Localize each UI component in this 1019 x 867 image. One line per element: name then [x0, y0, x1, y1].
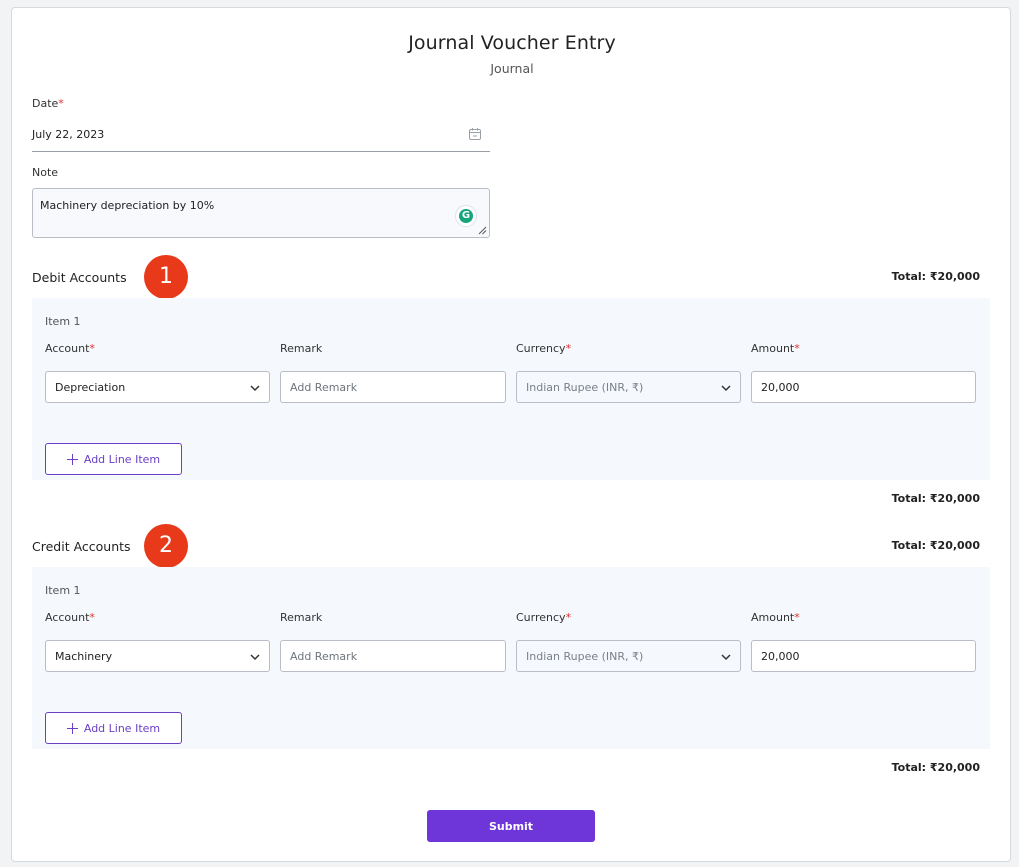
- credit-currency-select[interactable]: Indian Rupee (INR, ₹): [516, 640, 741, 672]
- credit-remark-input[interactable]: Add Remark: [280, 640, 506, 672]
- debit-items-panel: Item 1 Account* Remark Currency* Amount*…: [32, 298, 990, 480]
- debit-total-bottom: Total: ₹20,000: [891, 492, 980, 505]
- credit-account-label: Account*: [45, 611, 95, 624]
- plus-icon: [66, 453, 78, 465]
- chevron-down-icon: [250, 385, 260, 392]
- debit-remark-label: Remark: [280, 342, 323, 355]
- debit-step-badge: 1: [144, 255, 188, 299]
- page-title: Journal Voucher Entry: [408, 32, 616, 54]
- page-subtitle: Journal: [490, 61, 534, 76]
- resize-handle-icon[interactable]: [477, 225, 487, 235]
- debit-add-line-item-button[interactable]: Add Line Item: [45, 443, 182, 475]
- chevron-down-icon: [721, 654, 731, 661]
- debit-remark-input[interactable]: Add Remark: [280, 371, 506, 403]
- credit-amount-input[interactable]: 20,000: [751, 640, 976, 672]
- credit-step-badge: 2: [144, 524, 188, 568]
- credit-items-panel: Item 1 Account* Remark Currency* Amount*…: [32, 567, 990, 749]
- credit-total-top: Total: ₹20,000: [891, 539, 980, 552]
- credit-currency-label: Currency*: [516, 611, 572, 624]
- date-label: Date*: [32, 97, 64, 110]
- credit-account-select[interactable]: Machinery: [45, 640, 270, 672]
- calendar-icon[interactable]: [468, 127, 482, 141]
- debit-total-top: Total: ₹20,000: [891, 270, 980, 283]
- debit-item-label: Item 1: [45, 315, 81, 328]
- plus-icon: [66, 722, 78, 734]
- credit-item-label: Item 1: [45, 584, 81, 597]
- journal-voucher-card: Journal Voucher Entry Journal Date* July…: [11, 7, 1011, 862]
- debit-accounts-title: Debit Accounts: [32, 270, 127, 285]
- note-textarea[interactable]: Machinery depreciation by 10% G: [32, 188, 490, 238]
- note-text: Machinery depreciation by 10%: [40, 199, 215, 212]
- debit-currency-label: Currency*: [516, 342, 572, 355]
- date-value: July 22, 2023: [32, 128, 105, 141]
- submit-button[interactable]: Submit: [427, 810, 595, 842]
- credit-total-bottom: Total: ₹20,000: [891, 761, 980, 774]
- debit-account-label: Account*: [45, 342, 95, 355]
- credit-accounts-title: Credit Accounts: [32, 539, 131, 554]
- credit-remark-label: Remark: [280, 611, 323, 624]
- credit-add-line-item-button[interactable]: Add Line Item: [45, 712, 182, 744]
- debit-currency-select[interactable]: Indian Rupee (INR, ₹): [516, 371, 741, 403]
- grammarly-icon[interactable]: G: [455, 205, 477, 227]
- chevron-down-icon: [250, 654, 260, 661]
- note-label: Note: [32, 166, 59, 179]
- debit-amount-input[interactable]: 20,000: [751, 371, 976, 403]
- debit-amount-label: Amount*: [751, 342, 800, 355]
- debit-account-select[interactable]: Depreciation: [45, 371, 270, 403]
- chevron-down-icon: [721, 385, 731, 392]
- credit-amount-label: Amount*: [751, 611, 800, 624]
- date-field[interactable]: July 22, 2023: [32, 118, 490, 152]
